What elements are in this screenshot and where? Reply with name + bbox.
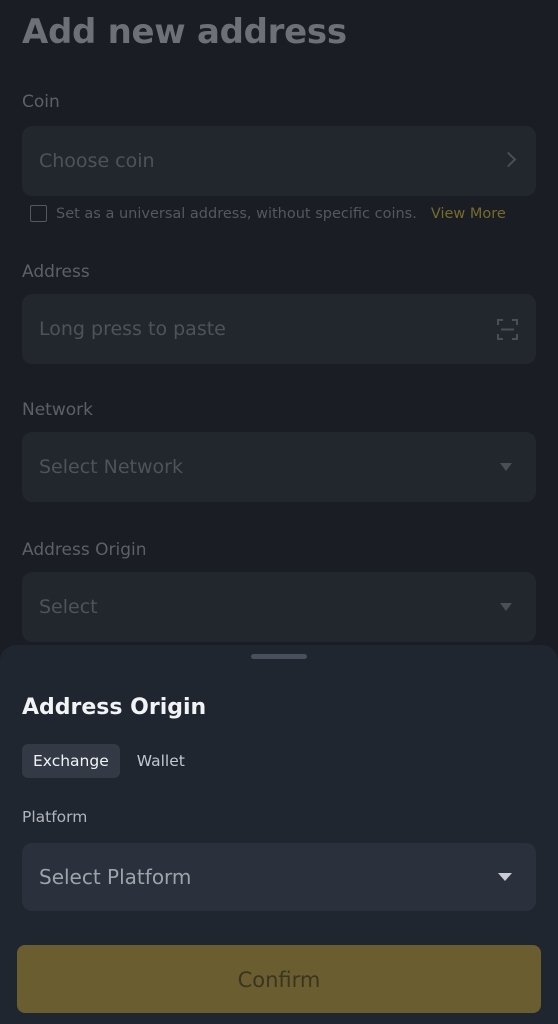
coin-label: Coin — [22, 92, 60, 112]
platform-select[interactable]: Select Platform — [22, 843, 536, 911]
tab-wallet[interactable]: Wallet — [126, 744, 196, 778]
scan-icon[interactable] — [497, 319, 518, 340]
caret-down-icon — [500, 603, 512, 611]
universal-address-row: Set as a universal address, without spec… — [30, 205, 506, 222]
platform-label: Platform — [22, 808, 88, 826]
tab-exchange[interactable]: Exchange — [22, 744, 120, 778]
address-origin-sheet: Address Origin Exchange Wallet Platform … — [0, 645, 558, 1024]
coin-selector[interactable]: Choose coin — [22, 126, 536, 196]
network-select[interactable]: Select Network — [22, 432, 536, 502]
universal-address-checkbox[interactable] — [30, 205, 47, 222]
address-input[interactable]: Long press to paste — [22, 294, 536, 364]
origin-placeholder: Select — [39, 596, 98, 618]
origin-select[interactable]: Select — [22, 572, 536, 642]
caret-down-icon — [498, 873, 512, 881]
origin-tabs: Exchange Wallet — [22, 744, 196, 778]
address-label: Address — [22, 262, 90, 282]
universal-address-text: Set as a universal address, without spec… — [56, 205, 417, 222]
chevron-right-icon — [500, 151, 517, 168]
network-label: Network — [22, 400, 93, 420]
platform-placeholder: Select Platform — [39, 865, 192, 889]
sheet-grabber-handle[interactable] — [251, 654, 307, 659]
caret-down-icon — [500, 463, 512, 471]
coin-placeholder: Choose coin — [39, 150, 155, 172]
confirm-button[interactable]: Confirm — [17, 945, 541, 1013]
address-placeholder: Long press to paste — [39, 318, 226, 340]
view-more-link[interactable]: View More — [431, 206, 506, 222]
page-title: Add new address — [22, 12, 347, 52]
network-placeholder: Select Network — [39, 456, 183, 478]
sheet-title: Address Origin — [22, 695, 207, 720]
origin-label: Address Origin — [22, 540, 147, 560]
